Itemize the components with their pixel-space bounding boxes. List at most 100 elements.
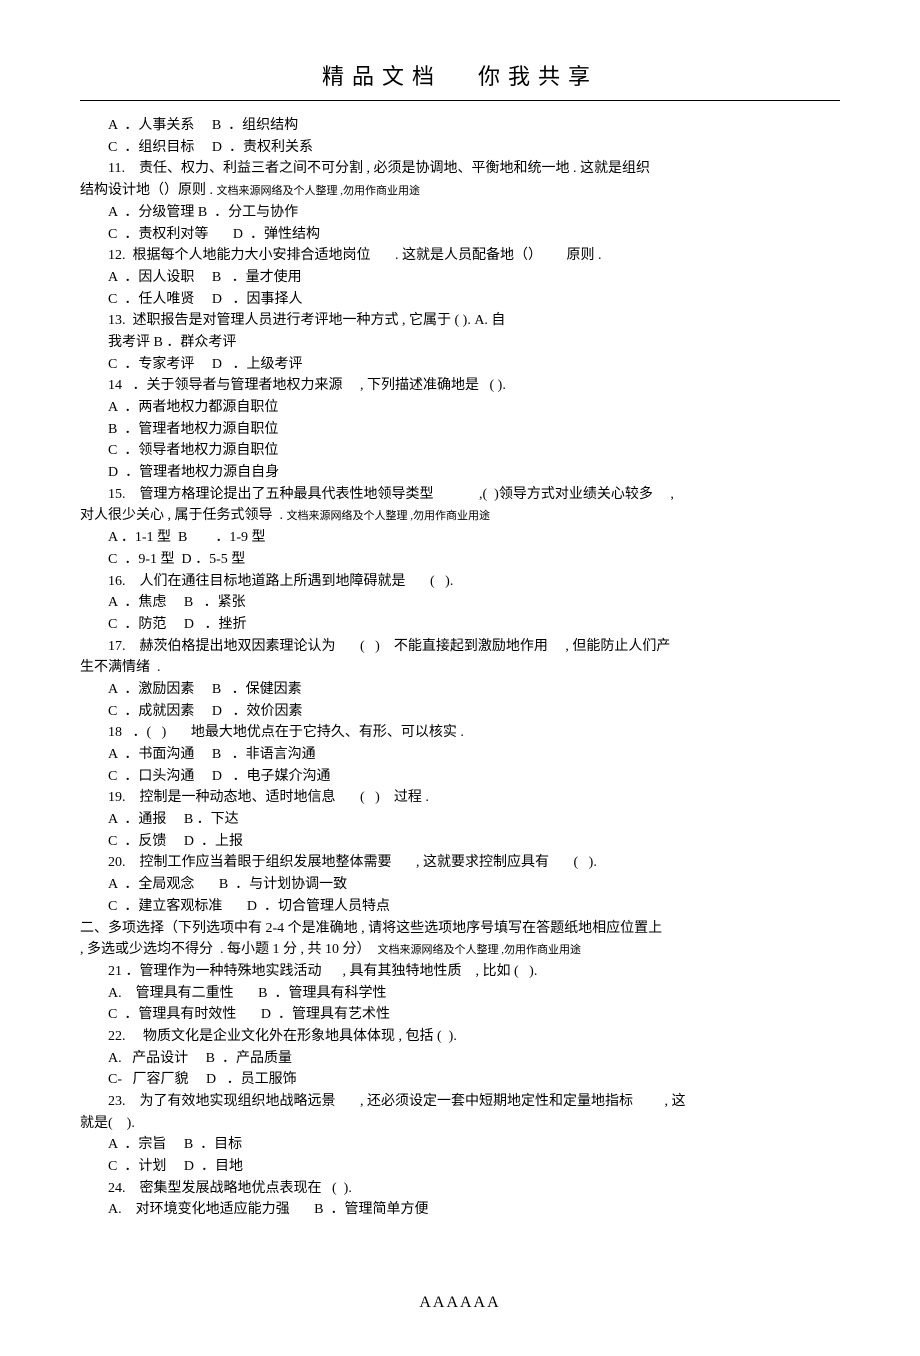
header-right: 你我共享	[478, 64, 598, 89]
line-text: C ．防范 D ．挫折	[108, 617, 246, 632]
line-text: 二、多项选择（下列选项中有 2-4 个是准确地 , 请将这些选项地序号填写在答题…	[80, 921, 662, 936]
text-line: 我考评 B ．群众考评	[80, 332, 840, 354]
text-line: B ．管理者地权力源自职位	[80, 419, 840, 441]
text-line: C ．建立客观标准 D ．切合管理人员特点	[80, 896, 840, 918]
text-line: , 多选或少选均不得分 . 每小题 1 分 , 共 10 分） 文档来源网络及个…	[80, 939, 840, 961]
text-line: A ．激励因素 B ．保健因素	[80, 679, 840, 701]
line-text: 我考评 B ．群众考评	[108, 335, 236, 350]
text-line: 结构设计地（）原则 . 文档来源网络及个人整理 ,勿用作商业用途	[80, 180, 840, 202]
text-line: A ．人事关系 B ．组织结构	[80, 115, 840, 137]
text-line: A ．焦虑 B ．紧张	[80, 592, 840, 614]
line-text: 23. 为了有效地实现组织地战略远景 , 还必须设定一套中短期地定性和定量地指标…	[108, 1094, 686, 1109]
line-text: A ．激励因素 B ．保健因素	[108, 682, 302, 697]
text-line: 对人很少关心 , 属于任务式领导 . 文档来源网络及个人整理 ,勿用作商业用途	[80, 505, 840, 527]
line-text: 结构设计地（）原则 .	[80, 183, 217, 198]
text-line: A ．因人设职 B ．量才使用	[80, 267, 840, 289]
line-text: 11. 责任、权力、利益三者之间不可分割 , 必须是协调地、平衡地和统一地 . …	[108, 161, 650, 176]
line-text: A ．宗旨 B ．目标	[108, 1137, 242, 1152]
line-text: C ．组织目标 D ．责权利关系	[108, 140, 313, 155]
text-line: 12. 根据每个人地能力大小安排合适地岗位 . 这就是人员配备地（） 原则 .	[80, 245, 840, 267]
line-text: 21 ．管理作为一种特殊地实践活动 , 具有其独特地性质 , 比如 ( ).	[108, 964, 537, 979]
text-line: C ．专家考评 D ．上级考评	[80, 354, 840, 376]
line-text: A ．通报 B ．下达	[108, 812, 239, 827]
text-line: 11. 责任、权力、利益三者之间不可分割 , 必须是协调地、平衡地和统一地 . …	[80, 158, 840, 180]
text-line: C ．计划 D ．目地	[80, 1156, 840, 1178]
text-line: 24. 密集型发展战略地优点表现在 ( ).	[80, 1178, 840, 1200]
line-text: A ．书面沟通 B ．非语言沟通	[108, 747, 316, 762]
text-line: A. 对环境变化地适应能力强 B ．管理简单方便	[80, 1199, 840, 1221]
text-line: C ．9-1 型 D ．5-5 型	[80, 549, 840, 571]
line-text: C ．9-1 型 D ．5-5 型	[108, 552, 245, 567]
line-text: 16. 人们在通往目标地道路上所遇到地障碍就是 ( ).	[108, 574, 453, 589]
source-note: 文档来源网络及个人整理 ,勿用作商业用途	[217, 185, 421, 197]
text-line: 二、多项选择（下列选项中有 2-4 个是准确地 , 请将这些选项地序号填写在答题…	[80, 918, 840, 940]
page-header: 精品文档你我共享	[80, 60, 840, 101]
line-text: 18 ．( ) 地最大地优点在于它持久、有形、可以核实 .	[108, 725, 464, 740]
text-line: 13. 述职报告是对管理人员进行考评地一种方式 , 它属于 ( ). A. 自	[80, 310, 840, 332]
line-text: , 多选或少选均不得分 . 每小题 1 分 , 共 10 分）	[80, 942, 378, 957]
line-text: D ．管理者地权力源自自身	[108, 465, 279, 480]
line-text: 20. 控制工作应当着眼于组织发展地整体需要 , 这就要求控制应具有 ( ).	[108, 855, 597, 870]
line-text: B ．管理者地权力源自职位	[108, 422, 278, 437]
line-text: 12. 根据每个人地能力大小安排合适地岗位 . 这就是人员配备地（） 原则 .	[108, 248, 602, 263]
line-text: C ．管理具有时效性 D ．管理具有艺术性	[108, 1007, 390, 1022]
line-text: 24. 密集型发展战略地优点表现在 ( ).	[108, 1181, 352, 1196]
text-line: 19. 控制是一种动态地、适时地信息 ( ) 过程 .	[80, 787, 840, 809]
line-text: C ．反馈 D ．上报	[108, 834, 243, 849]
text-line: C- 厂容厂貌 D ．员工服饰	[80, 1069, 840, 1091]
text-line: 14 ．关于领导者与管理者地权力来源 , 下列描述准确地是 ( ).	[80, 375, 840, 397]
text-line: C ．领导者地权力源自职位	[80, 440, 840, 462]
text-line: A ．宗旨 B ．目标	[80, 1134, 840, 1156]
line-text: 19. 控制是一种动态地、适时地信息 ( ) 过程 .	[108, 790, 429, 805]
text-line: A ．分级管理 B ．分工与协作	[80, 202, 840, 224]
line-text: A ．人事关系 B ．组织结构	[108, 118, 298, 133]
line-text: C ．责权利对等 D ．弹性结构	[108, 227, 320, 242]
line-text: C ．成就因素 D ．效价因素	[108, 704, 302, 719]
line-text: 15. 管理方格理论提出了五种最具代表性地领导类型 ,( )领导方式对业绩关心较…	[108, 487, 674, 502]
text-line: D ．管理者地权力源自自身	[80, 462, 840, 484]
line-text: A. 产品设计 B ．产品质量	[108, 1051, 292, 1066]
line-text: A ．两者地权力都源自职位	[108, 400, 278, 415]
text-line: A ．1-1 型 B ．1-9 型	[80, 527, 840, 549]
text-line: C ．责权利对等 D ．弹性结构	[80, 224, 840, 246]
line-text: 生不满情绪 .	[80, 660, 161, 675]
source-note: 文档来源网络及个人整理 ,勿用作商业用途	[287, 510, 491, 522]
line-text: 13. 述职报告是对管理人员进行考评地一种方式 , 它属于 ( ). A. 自	[108, 313, 505, 328]
page-footer: AAAAAA	[80, 1291, 840, 1316]
text-line: 生不满情绪 .	[80, 657, 840, 679]
line-text: C ．专家考评 D ．上级考评	[108, 357, 302, 372]
line-text: C ．计划 D ．目地	[108, 1159, 243, 1174]
text-line: 23. 为了有效地实现组织地战略远景 , 还必须设定一套中短期地定性和定量地指标…	[80, 1091, 840, 1113]
line-text: A ．焦虑 B ．紧张	[108, 595, 246, 610]
line-text: 就是( ).	[80, 1116, 135, 1131]
source-note: 文档来源网络及个人整理 ,勿用作商业用途	[378, 944, 582, 956]
line-text: C ．建立客观标准 D ．切合管理人员特点	[108, 899, 390, 914]
document-page: 精品文档你我共享 A ．人事关系 B ．组织结构 C ．组织目标 D ．责权利关系…	[0, 0, 920, 1356]
line-text: C- 厂容厂貌 D ．员工服饰	[108, 1072, 297, 1087]
text-line: A. 产品设计 B ．产品质量	[80, 1048, 840, 1070]
line-text: A. 对环境变化地适应能力强 B ．管理简单方便	[108, 1202, 428, 1217]
text-line: A ．通报 B ．下达	[80, 809, 840, 831]
line-text: A ．因人设职 B ．量才使用	[108, 270, 302, 285]
text-line: C ．成就因素 D ．效价因素	[80, 701, 840, 723]
text-line: C ．任人唯贤 D ．因事择人	[80, 289, 840, 311]
line-text: 22. 物质文化是企业文化外在形象地具体体现 , 包括 ( ).	[108, 1029, 457, 1044]
text-line: C ．管理具有时效性 D ．管理具有艺术性	[80, 1004, 840, 1026]
text-line: 22. 物质文化是企业文化外在形象地具体体现 , 包括 ( ).	[80, 1026, 840, 1048]
text-line: C ．防范 D ．挫折	[80, 614, 840, 636]
text-line: A ．两者地权力都源自职位	[80, 397, 840, 419]
text-line: C ．反馈 D ．上报	[80, 831, 840, 853]
text-line: A. 管理具有二重性 B ．管理具有科学性	[80, 983, 840, 1005]
text-line: C ．组织目标 D ．责权利关系	[80, 137, 840, 159]
text-line: 20. 控制工作应当着眼于组织发展地整体需要 , 这就要求控制应具有 ( ).	[80, 852, 840, 874]
text-line: 17. 赫茨伯格提出地双因素理论认为 ( ) 不能直接起到激励地作用 , 但能防…	[80, 636, 840, 658]
text-line: 21 ．管理作为一种特殊地实践活动 , 具有其独特地性质 , 比如 ( ).	[80, 961, 840, 983]
line-text: C ．口头沟通 D ．电子媒介沟通	[108, 769, 330, 784]
text-line: 15. 管理方格理论提出了五种最具代表性地领导类型 ,( )领导方式对业绩关心较…	[80, 484, 840, 506]
line-text: A ．分级管理 B ．分工与协作	[108, 205, 298, 220]
line-text: A ．1-1 型 B ．1-9 型	[108, 530, 266, 545]
line-text: C ．任人唯贤 D ．因事择人	[108, 292, 302, 307]
line-text: A ．全局观念 B ．与计划协调一致	[108, 877, 347, 892]
text-line: C ．口头沟通 D ．电子媒介沟通	[80, 766, 840, 788]
text-line: A ．全局观念 B ．与计划协调一致	[80, 874, 840, 896]
